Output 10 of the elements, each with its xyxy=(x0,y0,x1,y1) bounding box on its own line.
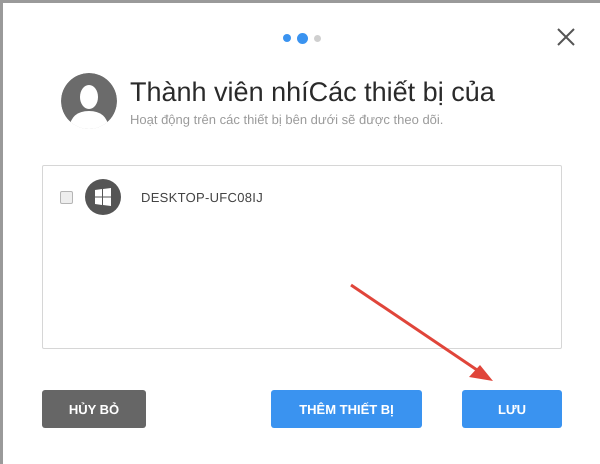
close-icon[interactable] xyxy=(556,27,576,47)
cancel-button[interactable]: HỦY BỎ xyxy=(42,390,146,428)
save-button[interactable]: LƯU xyxy=(462,390,562,428)
dialog-subtitle: Hoạt động trên các thiết bị bên dưới sẽ được theo dõi. xyxy=(130,112,444,126)
add-device-button[interactable]: THÊM THIẾT BỊ xyxy=(271,390,422,428)
device-checkbox[interactable] xyxy=(60,190,73,204)
avatar-icon xyxy=(61,73,117,129)
windows-icon xyxy=(85,179,121,215)
dialog-title: Thành viên nhíCác thiết bị của xyxy=(130,76,495,108)
device-name: DESKTOP-UFC08IJ xyxy=(141,190,264,204)
